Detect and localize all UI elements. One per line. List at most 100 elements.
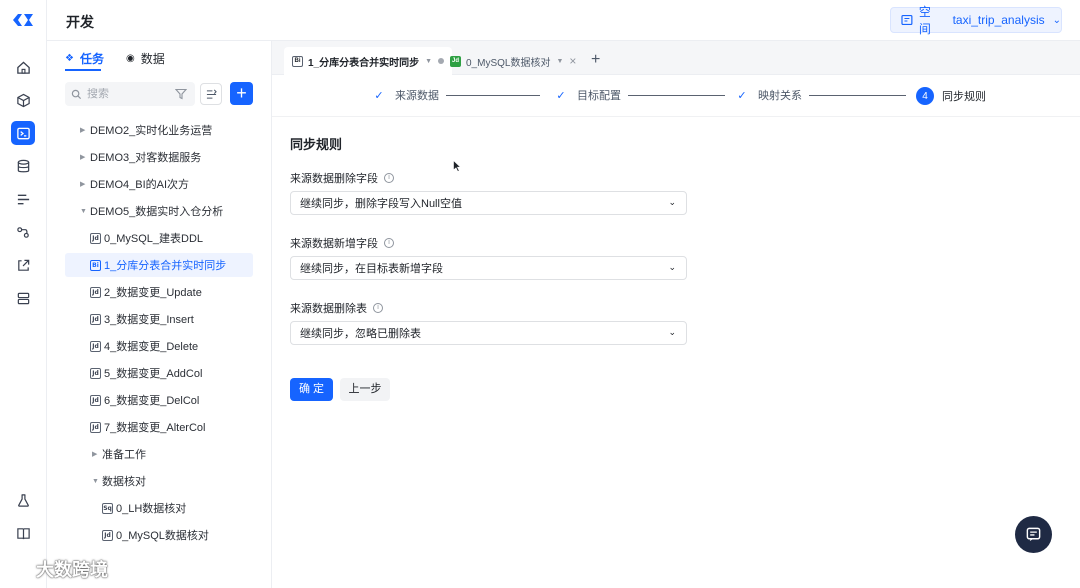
tree-label: 7_数据变更_AlterCol bbox=[104, 422, 206, 434]
delete-column-select[interactable]: 继续同步，删除字段写入Null空值 ⌄ bbox=[290, 191, 687, 215]
jd-file-icon: Jd bbox=[90, 340, 101, 352]
tree-folder-demo4[interactable]: ▶ DEMO4_BI的AI次方 bbox=[47, 172, 272, 196]
step-source-data[interactable]: ✓ 来源数据 bbox=[371, 87, 439, 103]
step-mapping[interactable]: ✓ 映射关系 bbox=[734, 87, 802, 103]
watermark-text: 大数跨境 bbox=[36, 560, 108, 580]
chat-icon bbox=[1026, 527, 1041, 542]
field-label-text: 来源数据删除表 bbox=[290, 303, 367, 315]
jd-file-icon: Jd bbox=[90, 367, 101, 379]
tree-label: DEMO4_BI的AI次方 bbox=[90, 179, 190, 191]
pipeline-icon[interactable] bbox=[11, 220, 35, 244]
list-icon[interactable] bbox=[11, 187, 35, 211]
check-icon: ✓ bbox=[374, 89, 384, 102]
tree-file-selected[interactable]: Bi 1_分库分表合并实时同步 bbox=[65, 253, 253, 277]
field-label: 来源数据删除字段 i bbox=[290, 170, 394, 186]
add-task-button[interactable]: + bbox=[230, 82, 253, 105]
tree-label: DEMO5_数据实时入仓分析 bbox=[90, 206, 224, 218]
check-icon: ✓ bbox=[737, 89, 747, 102]
add-column-select[interactable]: 继续同步，在目标表新增字段 ⌄ bbox=[290, 256, 687, 280]
watermark: 大数跨境 bbox=[4, 556, 108, 582]
info-icon[interactable]: i bbox=[373, 303, 383, 313]
sidebar-tabs: ❖ 任务 ◉ 数据 bbox=[47, 41, 272, 71]
storage-icon[interactable] bbox=[11, 286, 35, 310]
tree-label: 6_数据变更_DelCol bbox=[104, 395, 200, 407]
tree-label: 4_数据变更_Delete bbox=[104, 341, 199, 353]
watermark-logo-icon bbox=[4, 561, 27, 576]
tree-file[interactable]: Sq 0_LH数据核对 bbox=[47, 496, 272, 520]
select-value: 继续同步，忽略已删除表 bbox=[300, 328, 421, 340]
cube-icon[interactable] bbox=[11, 88, 35, 112]
info-icon[interactable]: i bbox=[384, 238, 394, 248]
terminal-icon[interactable] bbox=[11, 121, 35, 145]
tree-folder-prep[interactable]: ▶ 准备工作 bbox=[47, 442, 272, 466]
tree-folder-check[interactable]: ▼ 数据核对 bbox=[47, 469, 272, 493]
app-root: 开发 空间 taxi_trip_analysis ⌄ ❖ 任务 ◉ 数据 搜索 … bbox=[0, 0, 1080, 588]
icon-rail bbox=[0, 0, 47, 588]
tree-folder-demo5[interactable]: ▼ DEMO5_数据实时入仓分析 bbox=[47, 199, 272, 223]
bi-file-icon: Bi bbox=[90, 259, 101, 271]
chevron-down-icon: ⌄ bbox=[1052, 14, 1061, 26]
delete-table-select[interactable]: 继续同步，忽略已删除表 ⌄ bbox=[290, 321, 687, 345]
caret-right-icon: ▶ bbox=[92, 451, 98, 458]
tasks-icon: ❖ bbox=[65, 53, 74, 64]
tab-tasks[interactable]: ❖ 任务 bbox=[65, 50, 104, 67]
step-label: 映射关系 bbox=[758, 90, 802, 102]
field-label-text: 来源数据删除字段 bbox=[290, 173, 378, 185]
tree-label: 数据核对 bbox=[102, 476, 146, 488]
search-input[interactable] bbox=[87, 88, 167, 100]
tree-file[interactable]: Jd 5_数据变更_AddCol bbox=[47, 361, 272, 385]
step-target-config[interactable]: ✓ 目标配置 bbox=[553, 87, 621, 103]
search-icon bbox=[71, 89, 82, 99]
tree-file[interactable]: Jd 0_MySQL_建表DDL bbox=[47, 226, 272, 250]
top-bar: 开发 空间 taxi_trip_analysis ⌄ bbox=[47, 0, 1080, 41]
tree-file[interactable]: Jd 3_数据变更_Insert bbox=[47, 307, 272, 331]
sync-rules-form: 同步规则 来源数据删除字段 i 继续同步，删除字段写入Null空值 ⌄ 来源数据… bbox=[272, 116, 1080, 588]
caret-down-icon[interactable]: ▼ bbox=[556, 58, 563, 65]
jd-file-icon: Jd bbox=[90, 421, 101, 433]
tree-label: 0_LH数据核对 bbox=[116, 503, 187, 515]
jd-file-icon: Jd bbox=[90, 286, 101, 298]
home-icon[interactable] bbox=[11, 55, 35, 79]
book-icon[interactable] bbox=[11, 521, 35, 545]
tab-data[interactable]: ◉ 数据 bbox=[126, 50, 165, 67]
tree-folder-demo2[interactable]: ▶ DEMO2_实时化业务运营 bbox=[47, 118, 272, 142]
lab-flask-icon[interactable] bbox=[11, 488, 35, 512]
step-label: 同步规则 bbox=[942, 91, 986, 103]
close-icon[interactable]: × bbox=[569, 54, 576, 68]
caret-down-icon: ▼ bbox=[80, 207, 87, 215]
chevron-down-icon: ⌄ bbox=[668, 327, 676, 337]
tree-file[interactable]: Jd 6_数据变更_DelCol bbox=[47, 388, 272, 412]
tree-file[interactable]: Jd 2_数据变更_Update bbox=[47, 280, 272, 304]
editor-tab-label: 0_MySQL数据核对 bbox=[466, 57, 551, 69]
collapse-all-button[interactable] bbox=[200, 83, 222, 105]
tree-file[interactable]: Jd 0_MySQL数据核对 bbox=[47, 523, 272, 547]
tree-folder-demo3[interactable]: ▶ DEMO3_对客数据服务 bbox=[47, 145, 272, 169]
info-icon[interactable]: i bbox=[384, 173, 394, 183]
tree-label: 准备工作 bbox=[102, 449, 146, 461]
tree-label: 3_数据变更_Insert bbox=[104, 314, 194, 326]
caret-right-icon: ▶ bbox=[80, 127, 86, 134]
editor-tab-label: 1_分库分表合并实时同步 bbox=[308, 57, 420, 69]
chevron-down-icon: ⌄ bbox=[668, 197, 676, 207]
collapse-icon bbox=[206, 89, 217, 99]
step-connector bbox=[446, 95, 540, 96]
editor-tab-active[interactable]: Bi 1_分库分表合并实时同步 ▼ bbox=[284, 47, 453, 75]
data-icon: ◉ bbox=[126, 53, 135, 64]
confirm-button[interactable]: 确 定 bbox=[290, 378, 333, 401]
filter-icon[interactable] bbox=[175, 88, 187, 100]
space-selector[interactable]: 空间 taxi_trip_analysis ⌄ bbox=[890, 5, 1062, 36]
editor-tab[interactable]: Jd 0_MySQL数据核对 ▼ × bbox=[442, 47, 584, 75]
field-label: 来源数据新增字段 i bbox=[290, 235, 394, 251]
add-tab-button[interactable]: + bbox=[591, 51, 600, 69]
field-label-text: 来源数据新增字段 bbox=[290, 238, 378, 250]
previous-step-button[interactable]: 上一步 bbox=[340, 378, 390, 401]
tree-file[interactable]: Jd 7_数据变更_AlterCol bbox=[47, 415, 272, 439]
step-sync-rules[interactable]: 4 同步规则 bbox=[916, 87, 986, 105]
tree-file[interactable]: Jd 4_数据变更_Delete bbox=[47, 334, 272, 358]
jd-file-icon: Jd bbox=[102, 529, 113, 541]
export-icon[interactable] bbox=[11, 253, 35, 277]
caret-down-icon[interactable]: ▼ bbox=[425, 58, 432, 65]
chat-assistant-button[interactable] bbox=[1015, 516, 1052, 553]
database-icon[interactable] bbox=[11, 154, 35, 178]
jd-file-icon: Jd bbox=[90, 232, 101, 244]
